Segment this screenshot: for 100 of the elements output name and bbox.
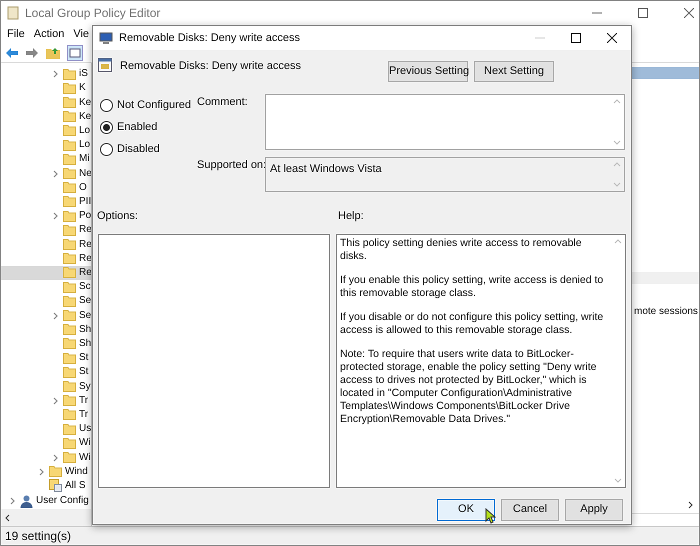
help-paragraph: If you disable or do not configure this policy setting, write access is allowed to this removable storage class. — [340, 310, 604, 336]
folder-icon — [63, 338, 76, 350]
radio-button[interactable]: Disabled — [100, 138, 197, 160]
tree-item[interactable]: Re — [1, 252, 91, 266]
menu-item[interactable]: Vie — [73, 26, 90, 42]
setting-heading: Removable Disks: Deny write access — [120, 59, 301, 74]
tree-item[interactable]: Re — [1, 223, 91, 238]
folder-icon — [63, 438, 76, 449]
tree-item[interactable]: User Config — [1, 493, 91, 509]
back-arrow-icon[interactable] — [5, 46, 19, 58]
nav-button[interactable]: Next Setting — [474, 61, 554, 82]
nav-button[interactable]: Previous Setting — [388, 61, 468, 82]
options-label: Options: — [97, 209, 139, 224]
tree-item[interactable]: Se — [1, 294, 91, 308]
horizontal-scrollbar[interactable] — [1, 509, 91, 526]
tree-item[interactable]: Tr — [1, 394, 91, 408]
tree-item[interactable]: Se — [1, 308, 91, 323]
folder-icon — [49, 466, 62, 478]
tree-item[interactable]: St — [1, 365, 91, 380]
menu-item[interactable]: Action — [34, 26, 64, 42]
tree-item[interactable]: Ne — [1, 166, 91, 181]
comment-field[interactable] — [265, 94, 625, 150]
tree-item[interactable]: Sc — [1, 280, 91, 294]
folder-icon — [63, 324, 76, 336]
tree-item[interactable]: iS — [1, 67, 91, 82]
folder-icon — [63, 452, 76, 464]
folder-icon — [63, 409, 76, 420]
scroll-left-icon[interactable] — [5, 514, 10, 522]
menu-item[interactable]: File — [7, 26, 25, 42]
supported-label: Supported on: — [197, 158, 266, 173]
folder-icon — [63, 125, 76, 136]
dialog-button[interactable]: Cancel — [501, 498, 559, 520]
dialog-button[interactable]: Apply — [565, 498, 623, 520]
tree-item[interactable]: All S — [1, 478, 91, 494]
dialog-title: Removable Disks: Deny write access — [119, 30, 300, 46]
help-label: Help: — [338, 209, 364, 224]
tree-item[interactable]: Wi — [1, 436, 91, 450]
folder-icon — [63, 395, 76, 406]
folder-icon — [63, 196, 76, 208]
tree-item[interactable]: Tr — [1, 408, 91, 422]
folder-icon — [63, 352, 76, 364]
policy-icon — [98, 58, 112, 72]
maximize-icon[interactable] — [571, 33, 581, 43]
tree-item[interactable]: Wind — [1, 464, 91, 479]
folder-icon — [63, 140, 76, 151]
tree-item[interactable]: Lo — [1, 138, 91, 152]
tree-item[interactable]: St — [1, 351, 91, 366]
tree-item[interactable]: Re — [1, 237, 91, 252]
folder-icon — [63, 68, 76, 80]
scroll-up-icon[interactable] — [614, 238, 622, 244]
folder-icon — [63, 82, 76, 94]
tree-item[interactable]: K — [1, 81, 91, 96]
minimize-icon[interactable] — [592, 12, 602, 14]
panel-toggle-icon[interactable] — [67, 44, 83, 60]
monitor-icon — [99, 32, 113, 44]
folder-icon — [63, 310, 76, 322]
folder-icon — [63, 154, 76, 165]
scroll-right-icon[interactable] — [688, 501, 693, 509]
folder-icon — [63, 296, 76, 307]
tree-item[interactable]: Sh — [1, 322, 91, 337]
folder-icon — [63, 267, 76, 278]
help-paragraph: Note: To require that users write data to BitLocker-protected storage, enable the policy setting "Deny write access to drives not protected by BitLocker," which is located in "Computer Configuration\Administrative Templates\Windows Components\BitLocker Drive Encryption\Removable Data Drives." — [340, 348, 598, 426]
tree-item[interactable]: Lo — [1, 124, 91, 138]
tree-item[interactable]: Po — [1, 209, 91, 224]
radio-button[interactable]: Not Configured — [100, 94, 197, 116]
window-title: Local Group Policy Editor — [25, 5, 160, 22]
tree-item[interactable]: Us — [1, 422, 91, 436]
tree-item[interactable]: Ke — [1, 110, 91, 124]
radio-button[interactable]: Enabled — [100, 116, 197, 138]
dialog-button[interactable]: OK — [437, 498, 495, 520]
scroll-up-icon[interactable] — [613, 99, 621, 104]
folder-icon — [63, 366, 76, 378]
tree-item[interactable]: PII — [1, 194, 91, 210]
mouse-cursor-icon — [485, 508, 496, 524]
user-icon — [20, 494, 33, 508]
tree-item[interactable]: Sh — [1, 336, 91, 352]
tree-item[interactable]: Ke — [1, 95, 91, 110]
folder-icon — [63, 239, 76, 250]
tree-item[interactable]: Sy — [1, 379, 91, 394]
tree-item[interactable]: O — [1, 180, 91, 195]
folder-icon — [63, 182, 76, 194]
folder-icon — [63, 224, 76, 236]
policy-setting-text: mote sessions — [634, 305, 698, 319]
folder-up-icon[interactable] — [45, 46, 61, 60]
help-paragraph: This policy setting denies write access to removable disks. — [340, 236, 583, 262]
tree-item[interactable]: Re — [1, 266, 91, 280]
folder-icon — [63, 210, 76, 222]
forward-arrow-icon[interactable] — [25, 46, 39, 58]
tree-item[interactable]: Wi — [1, 450, 91, 465]
close-icon[interactable] — [607, 33, 617, 43]
scroll-down-icon[interactable] — [613, 140, 621, 145]
settings-list-icon — [49, 479, 62, 492]
scroll-document-icon — [7, 6, 19, 20]
folder-icon — [63, 424, 76, 435]
status-text: 19 setting(s) — [5, 528, 72, 545]
tree-item[interactable]: Mi — [1, 152, 91, 166]
folder-icon — [63, 97, 76, 108]
scroll-down-icon[interactable] — [614, 478, 622, 482]
folder-icon — [63, 381, 76, 392]
folder-icon — [63, 168, 76, 180]
